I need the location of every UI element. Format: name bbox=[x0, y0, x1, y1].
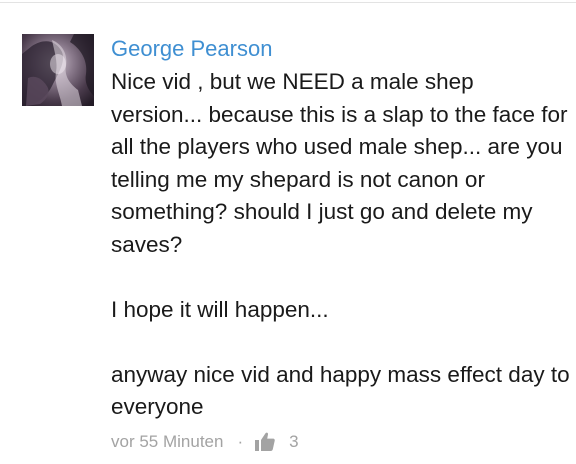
like-count: 3 bbox=[289, 431, 299, 451]
like-button[interactable]: 3 bbox=[255, 431, 299, 452]
thumbs-up-icon bbox=[255, 432, 275, 451]
comment-timestamp: vor 55 Minuten bbox=[111, 431, 224, 451]
comment-paragraph: I hope it will happen... bbox=[111, 296, 329, 322]
comment-view: George Pearson Nice vid , but we NEED a … bbox=[0, 0, 576, 464]
comment-meta: vor 55 Minuten · 3 bbox=[111, 430, 571, 454]
avatar[interactable] bbox=[22, 34, 94, 106]
comment-paragraph: anyway nice vid and happy mass effect da… bbox=[111, 361, 570, 420]
comment: George Pearson Nice vid , but we NEED a … bbox=[111, 34, 571, 454]
divider bbox=[0, 2, 576, 3]
meta-separator: · bbox=[237, 431, 244, 451]
comment-paragraph: Nice vid , but we NEED a male shep versi… bbox=[111, 69, 568, 257]
comment-body: Nice vid , but we NEED a male shep versi… bbox=[111, 66, 571, 424]
comment-author[interactable]: George Pearson bbox=[111, 34, 571, 66]
user-avatar-icon bbox=[22, 34, 94, 106]
